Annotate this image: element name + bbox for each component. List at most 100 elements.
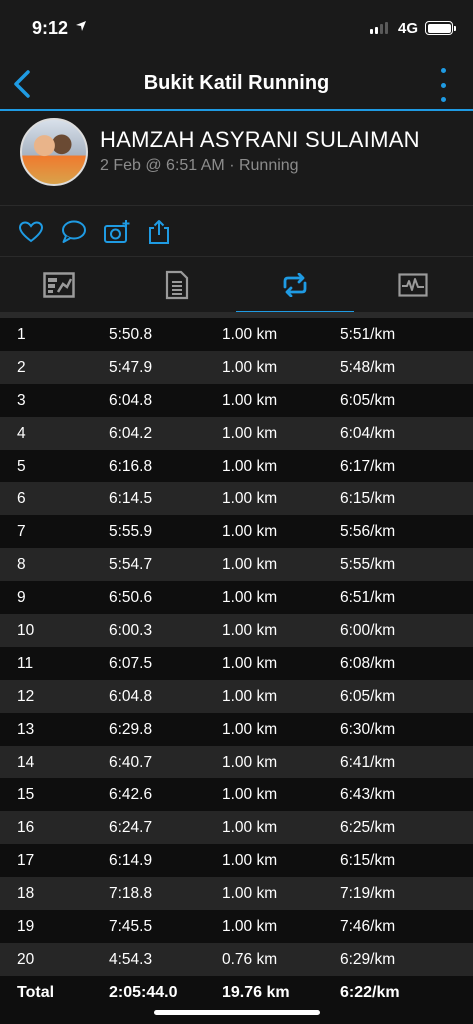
table-row[interactable]: 10 6:00.3 1.00 km 6:00/km <box>0 614 473 647</box>
lap-pace: 6:15/km <box>340 490 396 508</box>
lap-time: 6:40.7 <box>109 753 153 771</box>
lap-time: 6:14.5 <box>109 490 153 508</box>
tab-details[interactable] <box>118 257 236 313</box>
lap-time: 5:47.9 <box>109 358 153 376</box>
table-row[interactable]: 1 5:50.8 1.00 km 5:51/km <box>0 318 473 351</box>
table-row[interactable]: 3 6:04.8 1.00 km 6:05/km <box>0 383 473 417</box>
total-time: 2:05:44.0 <box>109 984 178 1001</box>
lap-time: 5:50.8 <box>109 326 153 343</box>
lap-number: 3 <box>17 391 26 409</box>
lap-number: 4 <box>17 424 26 442</box>
table-row[interactable]: 20 4:54.3 0.76 km 6:29/km <box>0 942 473 976</box>
table-row[interactable]: 12 6:04.8 1.00 km 6:05/km <box>0 679 473 713</box>
lap-time: 6:29.8 <box>109 720 153 738</box>
tab-charts[interactable] <box>354 257 472 313</box>
lap-number: 20 <box>17 950 35 968</box>
table-row[interactable]: 6 6:14.5 1.00 km 6:15/km <box>0 482 473 516</box>
lap-distance: 1.00 km <box>222 720 278 738</box>
lap-time: 4:54.3 <box>109 950 153 968</box>
lap-time: 6:42.6 <box>109 786 153 804</box>
lap-time: 6:07.5 <box>109 654 153 672</box>
lap-pace: 6:00/km <box>340 622 396 640</box>
lap-pace: 7:46/km <box>340 918 396 936</box>
lap-distance: 1.00 km <box>222 556 278 574</box>
lap-time: 6:04.8 <box>109 391 153 409</box>
camera-add-icon[interactable] <box>103 218 131 246</box>
lap-time: 6:04.2 <box>109 424 153 442</box>
table-row[interactable]: 4 6:04.2 1.00 km 6:04/km <box>0 416 473 450</box>
lap-number: 16 <box>17 819 35 837</box>
lap-distance: 1.00 km <box>222 490 278 508</box>
lap-number: 14 <box>17 753 35 771</box>
table-row[interactable]: 8 5:54.7 1.00 km 5:55/km <box>0 548 473 582</box>
lap-distance: 1.00 km <box>222 358 278 376</box>
table-row[interactable]: 14 6:40.7 1.00 km 6:41/km <box>0 745 473 779</box>
lap-time: 6:50.6 <box>109 589 153 607</box>
table-row[interactable]: 19 7:45.5 1.00 km 7:46/km <box>0 910 473 943</box>
lap-pace: 6:51/km <box>340 589 396 607</box>
table-row[interactable]: 15 6:42.6 1.00 km 6:43/km <box>0 778 473 812</box>
user-name[interactable]: HAMZAH ASYRANI SULAIMAN <box>100 127 420 153</box>
lap-number: 13 <box>17 720 35 738</box>
battery-icon <box>425 21 456 35</box>
lap-time: 6:04.8 <box>109 687 153 705</box>
lap-distance: 1.00 km <box>222 654 278 672</box>
total-distance: 19.76 km <box>222 984 290 1001</box>
lap-number: 19 <box>17 918 35 936</box>
status-bar: 9:12 4G <box>0 0 473 58</box>
lap-distance: 1.00 km <box>222 819 278 837</box>
table-row[interactable]: 13 6:29.8 1.00 km 6:30/km <box>0 712 473 746</box>
stats-icon <box>43 272 75 298</box>
heart-icon[interactable] <box>17 218 45 246</box>
table-row[interactable]: 11 6:07.5 1.00 km 6:08/km <box>0 646 473 680</box>
lap-pace: 6:15/km <box>340 852 396 870</box>
nav-bar: Bukit Katil Running <box>0 58 473 111</box>
lap-number: 8 <box>17 556 26 574</box>
lap-distance: 1.00 km <box>222 326 278 343</box>
lap-number: 12 <box>17 687 35 705</box>
lap-number: 9 <box>17 589 26 607</box>
lap-distance: 1.00 km <box>222 687 278 705</box>
lap-distance: 1.00 km <box>222 852 278 870</box>
comment-icon[interactable] <box>60 218 88 246</box>
lap-pace: 6:41/km <box>340 753 396 771</box>
tab-stats[interactable] <box>0 257 118 313</box>
network-type: 4G <box>398 20 419 37</box>
lap-time: 5:55.9 <box>109 523 153 541</box>
table-row[interactable]: 9 6:50.6 1.00 km 6:51/km <box>0 581 473 615</box>
lap-pace: 6:05/km <box>340 687 396 705</box>
table-row[interactable]: 7 5:55.9 1.00 km 5:56/km <box>0 515 473 549</box>
tab-bar <box>0 256 473 314</box>
table-row[interactable]: 5 6:16.8 1.00 km 6:17/km <box>0 449 473 483</box>
lap-distance: 1.00 km <box>222 622 278 640</box>
tab-laps[interactable] <box>236 257 354 313</box>
home-indicator[interactable] <box>154 1010 320 1015</box>
lap-number: 11 <box>17 654 34 672</box>
lap-pace: 6:08/km <box>340 654 396 672</box>
table-row[interactable]: 18 7:18.8 1.00 km 7:19/km <box>0 877 473 911</box>
more-options-icon[interactable] <box>439 68 447 102</box>
lap-distance: 1.00 km <box>222 523 278 541</box>
lap-pace: 5:51/km <box>340 326 396 343</box>
table-row[interactable]: 17 6:14.9 1.00 km 6:15/km <box>0 844 473 878</box>
chart-icon <box>398 273 428 297</box>
lap-distance: 1.00 km <box>222 786 278 804</box>
lap-pace: 6:04/km <box>340 424 396 442</box>
activity-meta: 2 Feb @ 6:51 AM · Running <box>100 157 299 174</box>
lap-time: 6:00.3 <box>109 622 153 640</box>
lap-time: 6:24.7 <box>109 819 153 837</box>
share-icon[interactable] <box>145 218 173 246</box>
total-pace: 6:22/km <box>340 984 400 1001</box>
location-arrow-icon <box>76 21 86 31</box>
table-row[interactable]: 2 5:47.9 1.00 km 5:48/km <box>0 350 473 384</box>
lap-pace: 5:56/km <box>340 523 396 541</box>
lap-pace: 7:19/km <box>340 885 396 903</box>
lap-distance: 1.00 km <box>222 391 278 409</box>
lap-time: 6:16.8 <box>109 457 153 475</box>
lap-number: 10 <box>17 622 35 640</box>
table-row[interactable]: 16 6:24.7 1.00 km 6:25/km <box>0 811 473 845</box>
lap-number: 7 <box>17 523 26 541</box>
lap-distance: 1.00 km <box>222 885 278 903</box>
avatar[interactable] <box>20 118 88 186</box>
lap-pace: 6:05/km <box>340 391 396 409</box>
